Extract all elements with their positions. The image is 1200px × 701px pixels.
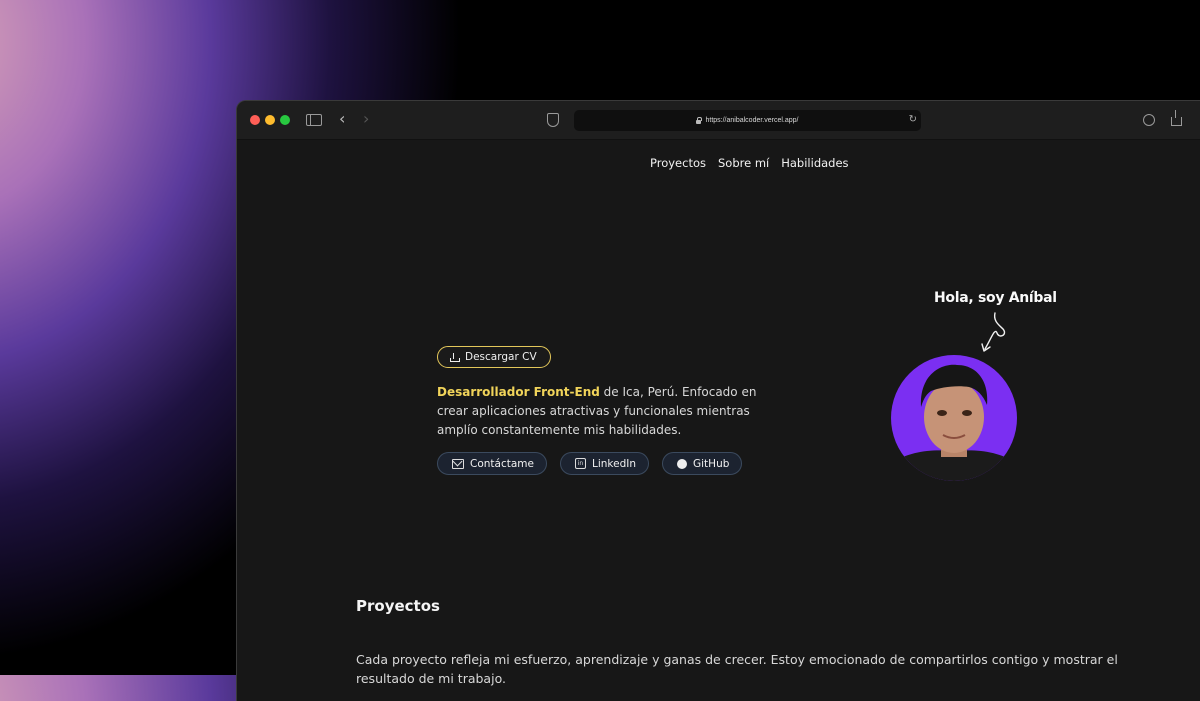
linkedin-icon: in	[574, 458, 586, 469]
privacy-shield-icon[interactable]	[547, 113, 559, 127]
browser-window: ‹ › https://anibalcoder.vercel.app/ ↻ Pr…	[236, 100, 1200, 701]
download-cv-label: Descargar CV	[465, 351, 537, 363]
linkedin-button[interactable]: in LinkedIn	[559, 452, 649, 475]
role-highlight: Desarrollador Front-End	[437, 385, 600, 399]
forward-arrow-icon[interactable]: ›	[363, 110, 369, 128]
curly-arrow-icon	[981, 312, 1006, 352]
nav-item-habilidades[interactable]: Habilidades	[781, 156, 848, 170]
browser-toolbar: ‹ › https://anibalcoder.vercel.app/ ↻	[237, 101, 1200, 140]
share-icon[interactable]	[1171, 110, 1182, 126]
hero-section: Descargar CV Desarrollador Front-End de …	[437, 346, 787, 475]
sidebar-toggle-icon[interactable]	[306, 114, 322, 126]
url-text: https://anibalcoder.vercel.app/	[705, 117, 799, 124]
projects-description: Cada proyecto refleja mi esfuerzo, apren…	[356, 651, 1118, 686]
nav-item-proyectos[interactable]: Proyectos	[650, 156, 706, 170]
download-cv-button[interactable]: Descargar CV	[437, 346, 551, 368]
social-links: Contáctame in LinkedIn GitHub	[437, 452, 787, 475]
linkedin-label: LinkedIn	[591, 457, 636, 470]
github-button[interactable]: GitHub	[662, 452, 743, 475]
mail-icon	[452, 458, 464, 469]
avatar	[891, 355, 1017, 481]
minimize-window-button[interactable]	[265, 115, 275, 125]
web-page: Proyectos Sobre mí Habilidades Descargar…	[237, 140, 1200, 701]
contact-label: Contáctame	[470, 457, 534, 470]
reload-icon[interactable]: ↻	[909, 114, 917, 125]
github-icon	[677, 458, 687, 469]
github-label: GitHub	[693, 457, 730, 470]
download-icon	[450, 352, 460, 362]
lock-icon	[696, 116, 702, 124]
greeting-text: Hola, soy Aníbal	[934, 290, 1057, 306]
downloads-icon[interactable]	[1143, 114, 1155, 126]
maximize-window-button[interactable]	[280, 115, 290, 125]
contact-button[interactable]: Contáctame	[437, 452, 547, 475]
nav-item-sobre-mi[interactable]: Sobre mí	[718, 156, 769, 170]
back-arrow-icon[interactable]: ‹	[339, 110, 345, 128]
projects-title: Proyectos	[356, 597, 440, 615]
close-window-button[interactable]	[250, 115, 260, 125]
top-nav: Proyectos Sobre mí Habilidades	[650, 156, 849, 170]
profile-photo	[891, 364, 1017, 481]
address-bar[interactable]: https://anibalcoder.vercel.app/ ↻	[574, 110, 921, 131]
hero-description: Desarrollador Front-End de Ica, Perú. En…	[437, 383, 787, 440]
